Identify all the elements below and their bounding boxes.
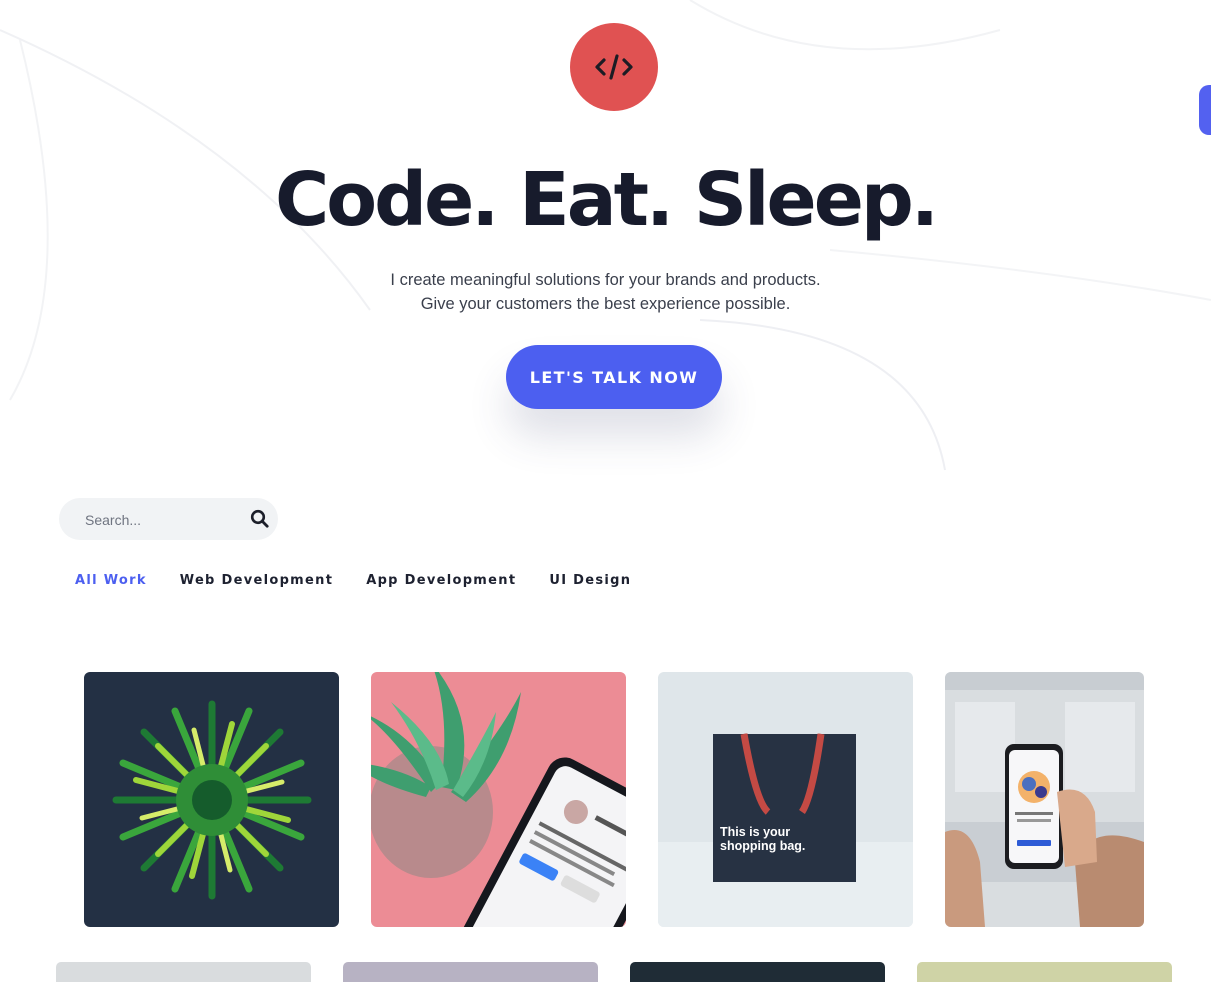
hero-title: Code. Eat. Sleep.	[274, 157, 939, 243]
search-input[interactable]	[83, 498, 247, 542]
hero-subtitle-line-1: I create meaningful solutions for your b…	[390, 271, 821, 289]
lets-talk-button[interactable]: LET'S TALK NOW	[506, 345, 722, 409]
hero-subtitle: I create meaningful solutions for your b…	[0, 268, 1211, 316]
portfolio-filters: All Work Web Development App Development…	[75, 572, 631, 590]
portfolio-card[interactable]	[84, 672, 339, 927]
portfolio-card-peek[interactable]	[630, 962, 885, 982]
hero-subtitle-line-2: Give your customers the best experience …	[420, 295, 791, 313]
portfolio-card-peek[interactable]	[343, 962, 598, 982]
logo-badge[interactable]	[570, 23, 658, 111]
green-straws-image	[84, 672, 339, 927]
search-box	[59, 498, 278, 542]
filter-tab-web-development[interactable]: Web Development	[180, 572, 333, 590]
portfolio-card-peek[interactable]	[917, 962, 1172, 982]
portfolio-card[interactable]: This is your shopping bag.	[658, 672, 913, 927]
portfolio-card[interactable]	[371, 672, 626, 927]
bag-caption-line-1: This is your	[720, 825, 791, 839]
portfolio-card[interactable]	[945, 672, 1144, 927]
search-icon[interactable]	[250, 509, 270, 529]
code-icon	[595, 54, 633, 80]
shopping-bag-image	[658, 672, 913, 927]
side-panel-toggle[interactable]	[1199, 85, 1211, 135]
filter-tab-all-work[interactable]: All Work	[75, 572, 147, 590]
bag-caption-line-2: shopping bag.	[720, 839, 806, 853]
succulent-phone-image	[371, 672, 626, 927]
filter-tab-ui-design[interactable]: UI Design	[549, 572, 631, 590]
filter-tab-app-development[interactable]: App Development	[366, 572, 516, 590]
phone-app-image	[945, 672, 1144, 927]
portfolio-card-peek[interactable]	[56, 962, 311, 982]
bag-caption: This is your shopping bag.	[720, 825, 805, 853]
